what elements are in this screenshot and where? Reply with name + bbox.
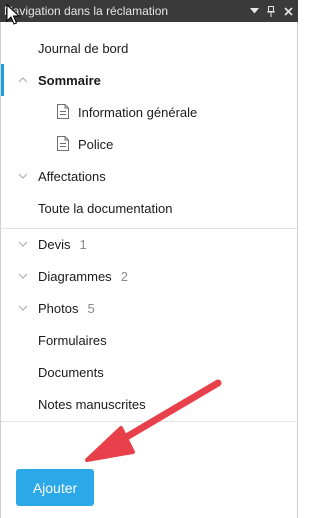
document-icon: [57, 136, 69, 151]
nav-item-information-generale[interactable]: Information générale: [1, 96, 297, 128]
nav-item-formulaires[interactable]: Formulaires: [1, 324, 297, 356]
nav-item-label: Notes manuscrites: [38, 396, 146, 412]
nav-item-notes-manuscrites[interactable]: Notes manuscrites: [1, 388, 297, 420]
nav-item-label: Formulaires: [38, 332, 107, 348]
nav-item-devis[interactable]: Devis 1: [1, 228, 297, 260]
nav-item-photos[interactable]: Photos 5: [1, 292, 297, 324]
nav-item-diagrammes[interactable]: Diagrammes 2: [1, 260, 297, 292]
divider: [1, 421, 297, 422]
nav-item-toute-documentation[interactable]: Toute la documentation: [1, 192, 297, 224]
document-icon: [57, 104, 69, 119]
nav-item-text: Devis: [38, 236, 71, 252]
navigation-panel: Journal de bord Sommaire Information gén…: [0, 22, 298, 518]
chevron-down-icon[interactable]: [18, 171, 28, 181]
nav-item-text: Diagrammes: [38, 268, 112, 284]
nav-item-affectations[interactable]: Affectations: [1, 160, 297, 192]
nav-item-label: Information générale: [78, 104, 198, 120]
panel-titlebar: Navigation dans la réclamation: [0, 0, 298, 22]
nav-item-label: Journal de bord: [38, 40, 129, 56]
chevron-down-icon[interactable]: [18, 303, 28, 313]
nav-item-count: 5: [87, 300, 95, 316]
chevron-up-icon[interactable]: [18, 75, 28, 85]
nav-item-count: 1: [79, 236, 87, 252]
chevron-down-icon[interactable]: [18, 239, 28, 249]
nav-item-label: Toute la documentation: [38, 200, 173, 216]
panel-title: Navigation dans la réclamation: [4, 4, 169, 18]
nav-item-count: 2: [120, 268, 128, 284]
nav-item-police[interactable]: Police: [1, 128, 297, 160]
nav-item-journal[interactable]: Journal de bord: [1, 32, 297, 64]
nav-item-label: Police: [78, 136, 114, 152]
mouse-cursor-icon: [6, 4, 20, 25]
chevron-down-icon[interactable]: [247, 4, 261, 18]
nav-item-label: Affectations: [38, 168, 106, 184]
nav-item-sommaire[interactable]: Sommaire: [1, 64, 297, 96]
nav-item-documents[interactable]: Documents: [1, 356, 297, 388]
nav-item-label: Devis 1: [38, 237, 87, 252]
close-icon[interactable]: [281, 4, 295, 18]
nav-item-label: Documents: [38, 364, 104, 380]
nav-item-label: Sommaire: [38, 72, 101, 88]
nav-item-label: Diagrammes 2: [38, 269, 128, 284]
nav-item-text: Photos: [38, 300, 79, 316]
nav-item-label: Photos 5: [38, 301, 95, 316]
chevron-down-icon[interactable]: [18, 271, 28, 281]
pin-icon[interactable]: [264, 4, 278, 18]
add-button[interactable]: Ajouter: [16, 469, 94, 506]
